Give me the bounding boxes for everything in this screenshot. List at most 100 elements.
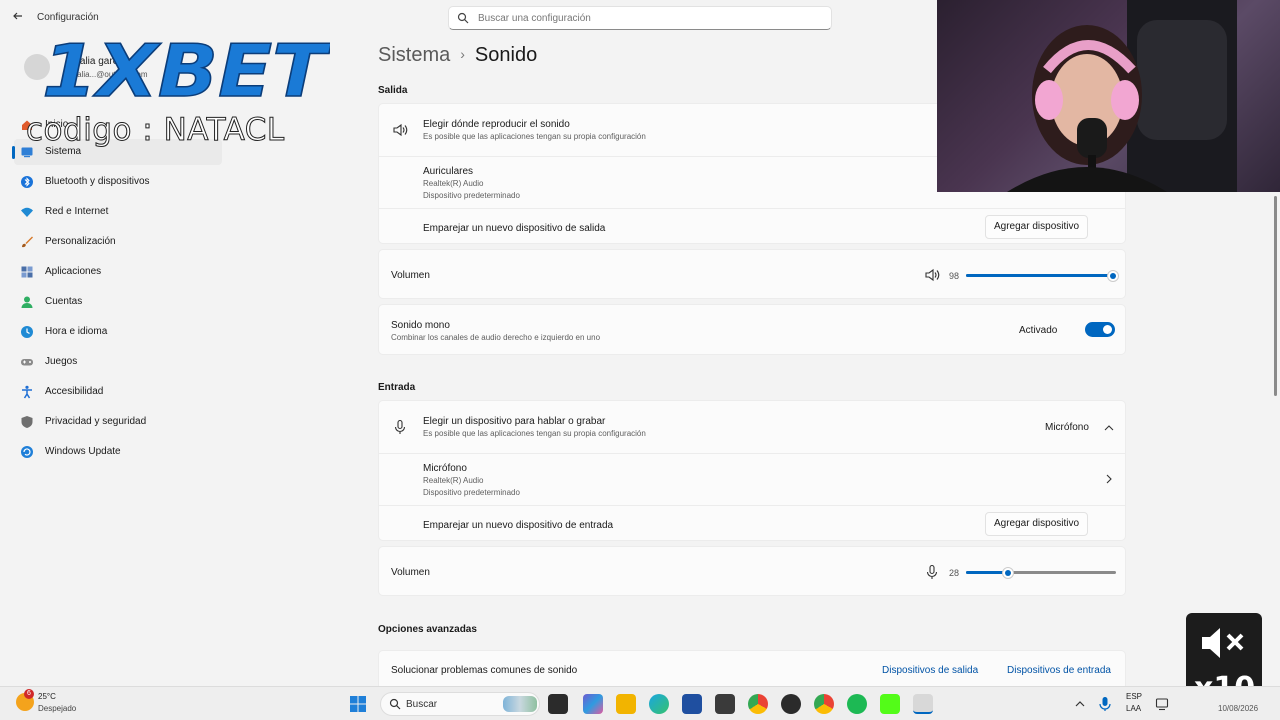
search-icon	[389, 698, 401, 710]
taskbar: 6 25°C Despejado Buscar ESP LAA 10/08/20…	[0, 686, 1280, 720]
input-volume-thumb[interactable]	[1002, 567, 1014, 579]
network-icon[interactable]	[1155, 697, 1169, 711]
sidebar-item-aplicaciones[interactable]: Aplicaciones	[14, 259, 222, 285]
input-choose-subtitle: Es posible que las aplicaciones tengan s…	[423, 429, 646, 438]
gamepad-icon	[21, 359, 33, 366]
mono-audio-subtitle: Combinar los canales de audio derecho e …	[391, 333, 601, 342]
bluetooth-icon	[21, 176, 33, 188]
spotify-icon[interactable]	[847, 694, 867, 714]
sidebar-item-red[interactable]: Red e Internet	[14, 199, 222, 225]
search-highlight-image	[503, 696, 537, 712]
sidebar-item-juegos[interactable]: Juegos	[14, 349, 222, 375]
chevron-up-icon[interactable]	[1101, 420, 1117, 436]
output-device-driver: Realtek(R) Audio	[423, 179, 484, 188]
sidebar-item-hora[interactable]: Hora e idioma	[14, 319, 222, 345]
kick-app-icon[interactable]	[880, 694, 900, 714]
speaker-icon	[393, 123, 408, 137]
chrome-profile-icon[interactable]	[781, 694, 801, 714]
output-section-label: Salida	[378, 85, 408, 96]
settings-search-input[interactable]	[478, 10, 818, 26]
page-title: Sonido	[474, 44, 538, 66]
tray-chevron-up-icon[interactable]	[1074, 698, 1086, 710]
mono-audio-title: Sonido mono	[391, 320, 450, 331]
tray-microphone-icon[interactable]	[1098, 696, 1112, 712]
mono-audio-toggle[interactable]	[1085, 322, 1115, 337]
sidebar-item-label: Cuentas	[45, 296, 83, 307]
file-explorer-icon[interactable]	[616, 694, 636, 714]
input-volume-card: Volumen 28	[378, 546, 1126, 596]
sidebar-item-personalizacion[interactable]: Personalización	[14, 229, 222, 255]
weather-description: Despejado	[38, 704, 77, 713]
brand-logo-text: 1XBET	[42, 30, 330, 104]
output-volume-fill	[966, 274, 1113, 277]
output-volume-thumb[interactable]	[1107, 270, 1119, 282]
taskbar-search[interactable]: Buscar	[380, 692, 540, 716]
back-arrow-icon[interactable]	[10, 10, 26, 26]
microphone-volume-icon[interactable]	[924, 564, 940, 580]
language-indicator-bottom[interactable]: LAA	[1126, 704, 1141, 713]
input-choose-title: Elegir un dispositivo para hablar o grab…	[423, 416, 606, 427]
sidebar-item-label: Hora e idioma	[45, 326, 108, 337]
apps-icon	[21, 266, 33, 278]
settings-gear-icon[interactable]	[913, 694, 933, 714]
sidebar-item-label: Windows Update	[45, 446, 121, 457]
output-devices-link[interactable]: Dispositivos de salida	[882, 665, 978, 676]
weather-temperature: 25°C	[38, 692, 56, 701]
edge-browser-icon[interactable]	[649, 694, 669, 714]
input-selected-device[interactable]: Micrófono	[1045, 422, 1089, 433]
input-device-card: Elegir un dispositivo para hablar o grab…	[378, 400, 1126, 541]
main-scrollbar[interactable]	[1274, 196, 1277, 396]
input-device-name: Micrófono	[423, 463, 467, 474]
sidebar-item-label: Bluetooth y dispositivos	[45, 176, 150, 187]
divider	[379, 208, 1125, 209]
weather-badge: 6	[24, 689, 34, 699]
webcam-person-image	[1007, 0, 1237, 192]
output-pair-label: Emparejar un nuevo dispositivo de salida	[423, 223, 606, 234]
sidebar-item-bluetooth[interactable]: Bluetooth y dispositivos	[14, 169, 222, 195]
webcam-overlay	[937, 0, 1280, 192]
chrome-alt-icon[interactable]	[814, 694, 834, 714]
input-devices-link[interactable]: Dispositivos de entrada	[1007, 665, 1111, 676]
sidebar-item-privacidad[interactable]: Privacidad y seguridad	[14, 409, 222, 435]
input-device-default: Dispositivo predeterminado	[423, 488, 520, 497]
microsoft-store-icon[interactable]	[682, 694, 702, 714]
breadcrumb-separator: ›	[460, 46, 465, 62]
sidebar-item-accesibilidad[interactable]: Accesibilidad	[14, 379, 222, 405]
globe-clock-icon	[21, 326, 33, 338]
output-choose-title: Elegir dónde reproducir el sonido	[423, 119, 570, 130]
wifi-icon	[21, 207, 33, 217]
speaker-volume-icon[interactable]	[924, 267, 940, 283]
update-icon	[21, 446, 33, 458]
sidebar-item-cuentas[interactable]: Cuentas	[14, 289, 222, 315]
copilot-icon[interactable]	[583, 694, 603, 714]
sidebar-item-windows-update[interactable]: Windows Update	[14, 439, 222, 465]
output-volume-label: Volumen	[391, 270, 430, 281]
input-device-driver: Realtek(R) Audio	[423, 476, 484, 485]
add-input-device-button[interactable]: Agregar dispositivo	[985, 512, 1089, 536]
input-volume-value: 28	[949, 568, 960, 578]
chrome-browser-icon[interactable]	[748, 694, 768, 714]
promo-code: codigo : NATACL	[26, 112, 285, 149]
settings-search-box[interactable]	[448, 6, 832, 30]
search-icon	[457, 12, 469, 24]
output-device-default: Dispositivo predeterminado	[423, 191, 520, 200]
microphone-icon	[394, 419, 406, 434]
task-view-icon[interactable]	[548, 694, 568, 714]
speaker-muted-icon	[1202, 628, 1244, 658]
language-indicator-top[interactable]: ESP	[1126, 692, 1142, 701]
sidebar-item-label: Red e Internet	[45, 206, 109, 217]
accessibility-icon	[22, 385, 32, 399]
advanced-section-label: Opciones avanzadas	[378, 624, 477, 635]
input-device-row[interactable]: Micrófono Realtek(R) Audio Dispositivo p…	[379, 454, 1125, 505]
troubleshoot-card: Solucionar problemas comunes de sonido D…	[378, 650, 1126, 690]
windows-start-icon[interactable]	[349, 695, 367, 713]
breadcrumb: Sistema › Sonido	[378, 44, 537, 67]
brush-icon	[22, 236, 33, 248]
obs-app-icon[interactable]	[715, 694, 735, 714]
add-output-device-button[interactable]: Agregar dispositivo	[985, 215, 1089, 239]
chevron-right-icon	[1106, 474, 1112, 484]
breadcrumb-parent[interactable]: Sistema	[378, 44, 450, 66]
clock-date[interactable]: 10/08/2026	[1218, 704, 1258, 713]
shield-icon	[21, 416, 33, 428]
mono-audio-card: Sonido mono Combinar los canales de audi…	[378, 304, 1126, 355]
